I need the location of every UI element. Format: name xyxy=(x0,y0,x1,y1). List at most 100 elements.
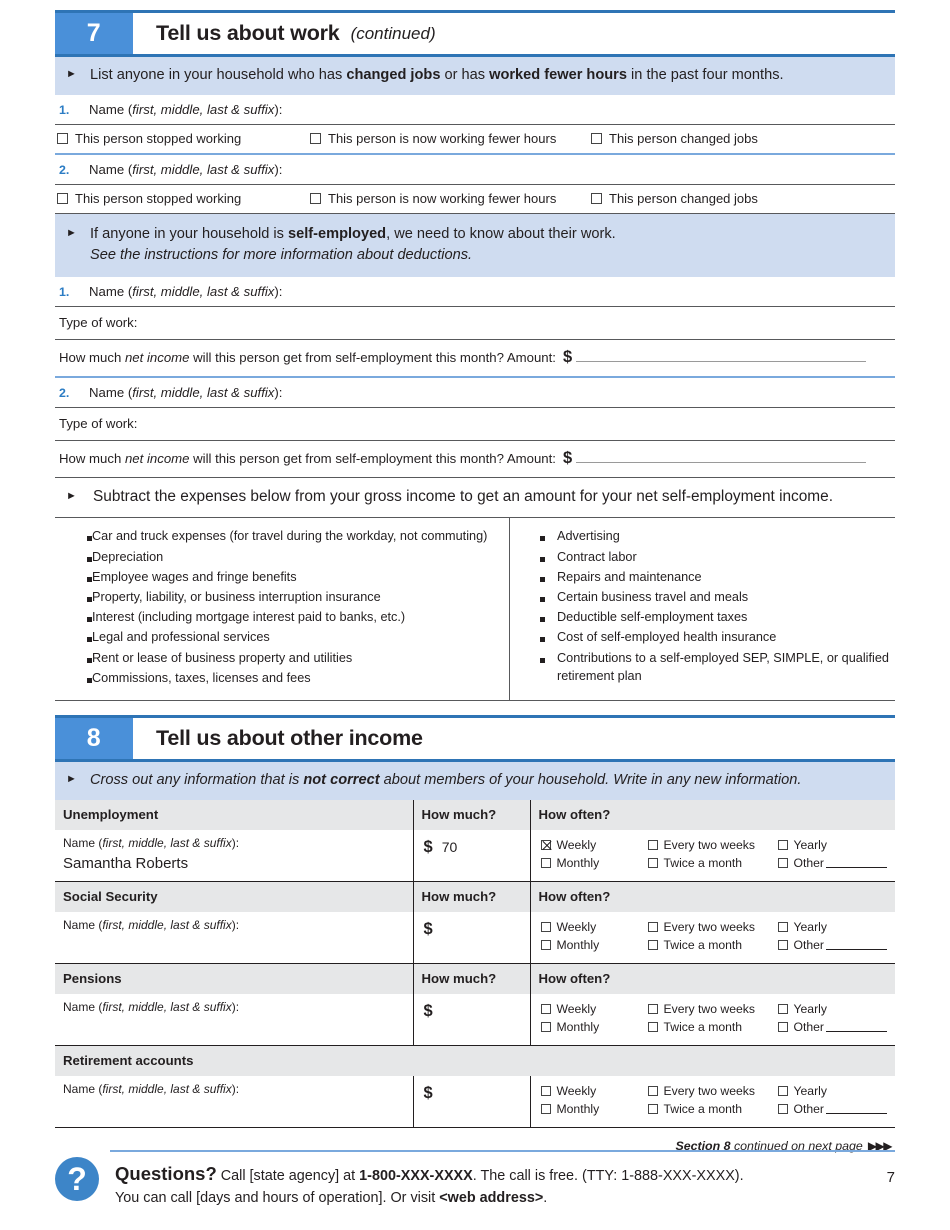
checkbox-icon[interactable] xyxy=(647,1004,658,1014)
job-person-1-fewer-hours-option[interactable]: This person is now working fewer hours xyxy=(310,131,591,146)
net-income-input-line[interactable] xyxy=(576,350,867,363)
frequency-option[interactable]: Weekly xyxy=(540,1001,648,1019)
checkbox-icon[interactable] xyxy=(540,1104,551,1114)
other-income-table: Unemployment How much? How often? Name (fir… xyxy=(55,800,895,1128)
checkbox-icon[interactable] xyxy=(540,1022,551,1032)
frequency-option[interactable]: Yearly xyxy=(777,1083,888,1101)
checkbox-icon[interactable] xyxy=(647,858,658,868)
income-frequency-cell: Weekly Every two weeks Yearly Monthly Twice … xyxy=(529,994,895,1046)
income-amount-cell[interactable]: $ xyxy=(412,912,530,964)
checkbox-icon[interactable] xyxy=(647,940,658,950)
job-person-2-changed-jobs-option[interactable]: This person changed jobs xyxy=(591,191,893,206)
checkbox-icon[interactable] xyxy=(540,1004,551,1014)
frequency-option[interactable]: Weekly xyxy=(540,919,648,937)
frequency-option[interactable]: Every two weeks xyxy=(647,1001,778,1019)
income-amount-cell[interactable]: $70 xyxy=(412,830,530,882)
frequency-option[interactable]: Weekly xyxy=(540,1083,648,1101)
checkbox-icon[interactable] xyxy=(540,940,551,950)
section-7-continued-label: (continued) xyxy=(350,23,436,43)
checkbox-icon[interactable] xyxy=(540,840,551,850)
checkbox-icon[interactable] xyxy=(540,858,551,868)
frequency-option[interactable]: Twice a month xyxy=(647,1101,778,1119)
frequency-option[interactable]: Yearly xyxy=(777,919,888,937)
income-name-cell[interactable]: Name (first, middle, last & suffix): xyxy=(55,994,413,1046)
frequency-option[interactable]: Monthly xyxy=(540,937,648,955)
frequency-option-label: Weekly xyxy=(556,1002,597,1016)
selfemp-person-1-name-row[interactable]: 1. Name (first, middle, last & suffix): xyxy=(55,277,895,308)
checkbox-icon[interactable] xyxy=(777,840,788,850)
frequency-option[interactable]: Twice a month xyxy=(647,1019,778,1037)
net-income-question: How much net income will this person get… xyxy=(59,350,556,366)
selfemp-person-1-type-of-work-row[interactable]: Type of work: xyxy=(55,307,895,341)
income-category-label: Social Security xyxy=(55,881,413,912)
frequency-other-input-line[interactable] xyxy=(825,1104,887,1114)
job-person-1-changed-jobs-option[interactable]: This person changed jobs xyxy=(591,131,893,146)
frequency-option[interactable]: Other xyxy=(777,1019,887,1037)
checkbox-icon[interactable] xyxy=(647,922,658,932)
frequency-other-input-line[interactable] xyxy=(825,1022,887,1032)
expenses-column-left: Car and truck expenses (for travel durin… xyxy=(55,518,510,700)
income-name-cell[interactable]: Name (first, middle, last & suffix): xyxy=(55,912,413,964)
expense-list-item: Contract labor xyxy=(540,548,889,568)
checkbox-icon[interactable] xyxy=(57,133,68,145)
frequency-option[interactable]: Twice a month xyxy=(647,937,778,955)
net-income-input-line[interactable] xyxy=(576,451,867,464)
checkbox-icon[interactable] xyxy=(777,1104,788,1114)
job-person-2-fewer-hours-option[interactable]: This person is now working fewer hours xyxy=(310,191,591,206)
frequency-option[interactable]: Twice a month xyxy=(647,855,778,873)
checkbox-icon[interactable] xyxy=(777,922,788,932)
income-name-cell[interactable]: Name (first, middle, last & suffix): xyxy=(55,1076,413,1128)
expenses-column-right: Advertising Contract labor Repairs and mai… xyxy=(510,518,895,699)
selfemp-person-2-net-income-row[interactable]: How much net income will this person get… xyxy=(55,441,895,479)
job-person-2-name-row[interactable]: 2. Name (first, middle, last & suffix): xyxy=(55,155,895,186)
footer-help-text: Questions? Call [state agency] at 1-800-… xyxy=(115,1163,744,1206)
frequency-option[interactable]: Weekly xyxy=(540,837,648,855)
frequency-option[interactable]: Monthly xyxy=(540,1101,648,1119)
expense-list-item: Rent or lease of business property and u… xyxy=(57,649,503,669)
frequency-option[interactable]: Every two weeks xyxy=(647,919,778,937)
checkbox-icon[interactable] xyxy=(540,922,551,932)
checkbox-icon[interactable] xyxy=(777,940,788,950)
checkbox-icon[interactable] xyxy=(57,193,68,205)
job-person-1-stopped-working-option[interactable]: This person stopped working xyxy=(57,131,310,146)
income-amount-cell[interactable]: $ xyxy=(412,994,530,1046)
job-person-1-name-row[interactable]: 1. Name (first, middle, last & suffix): xyxy=(55,95,895,126)
frequency-other-input-line[interactable] xyxy=(825,940,887,950)
frequency-option-label: Twice a month xyxy=(663,1020,743,1034)
selfemp-person-2-type-of-work-row[interactable]: Type of work: xyxy=(55,408,895,442)
checkbox-icon[interactable] xyxy=(647,1086,658,1096)
frequency-option[interactable]: Yearly xyxy=(777,837,888,855)
frequency-other-input-line[interactable] xyxy=(825,858,887,868)
selfemp-person-2-name-row[interactable]: 2. Name (first, middle, last & suffix): xyxy=(55,378,895,409)
checkbox-icon[interactable] xyxy=(777,1086,788,1096)
frequency-option[interactable]: Other xyxy=(777,855,887,873)
frequency-option[interactable]: Other xyxy=(777,1101,887,1119)
type-of-work-label: Type of work: xyxy=(59,416,138,432)
square-bullet-icon xyxy=(540,628,557,647)
income-name-cell[interactable]: Name (first, middle, last & suffix): Sama… xyxy=(55,830,413,882)
frequency-option[interactable]: Every two weeks xyxy=(647,837,778,855)
checkbox-icon[interactable] xyxy=(540,1086,551,1096)
selfemp-person-1-net-income-row[interactable]: How much net income will this person get… xyxy=(55,340,895,379)
checkbox-icon[interactable] xyxy=(310,133,321,145)
frequency-option[interactable]: Monthly xyxy=(540,1019,648,1037)
checkbox-icon[interactable] xyxy=(310,193,321,205)
form-page: 7 Tell us about work (continued) ► List … xyxy=(0,0,950,1230)
income-frequency-cell: Weekly Every two weeks Yearly Monthly Twice … xyxy=(529,830,895,882)
checkbox-icon[interactable] xyxy=(591,193,602,205)
section-7-instruction-2-line2: See the instructions for more informatio… xyxy=(90,247,473,264)
job-person-2-stopped-working-option[interactable]: This person stopped working xyxy=(57,191,310,206)
checkbox-icon[interactable] xyxy=(777,1022,788,1032)
checkbox-icon[interactable] xyxy=(647,840,658,850)
frequency-option[interactable]: Monthly xyxy=(540,855,648,873)
checkbox-icon[interactable] xyxy=(647,1022,658,1032)
checkbox-icon[interactable] xyxy=(777,858,788,868)
frequency-option[interactable]: Yearly xyxy=(777,1001,888,1019)
frequency-option[interactable]: Every two weeks xyxy=(647,1083,778,1101)
frequency-option[interactable]: Other xyxy=(777,937,887,955)
income-amount-cell[interactable]: $ xyxy=(412,1076,530,1128)
checkbox-icon[interactable] xyxy=(591,133,602,145)
checkbox-icon[interactable] xyxy=(647,1104,658,1114)
job-person-1-name-label: Name (first, middle, last & suffix): xyxy=(89,102,283,118)
checkbox-icon[interactable] xyxy=(777,1004,788,1014)
